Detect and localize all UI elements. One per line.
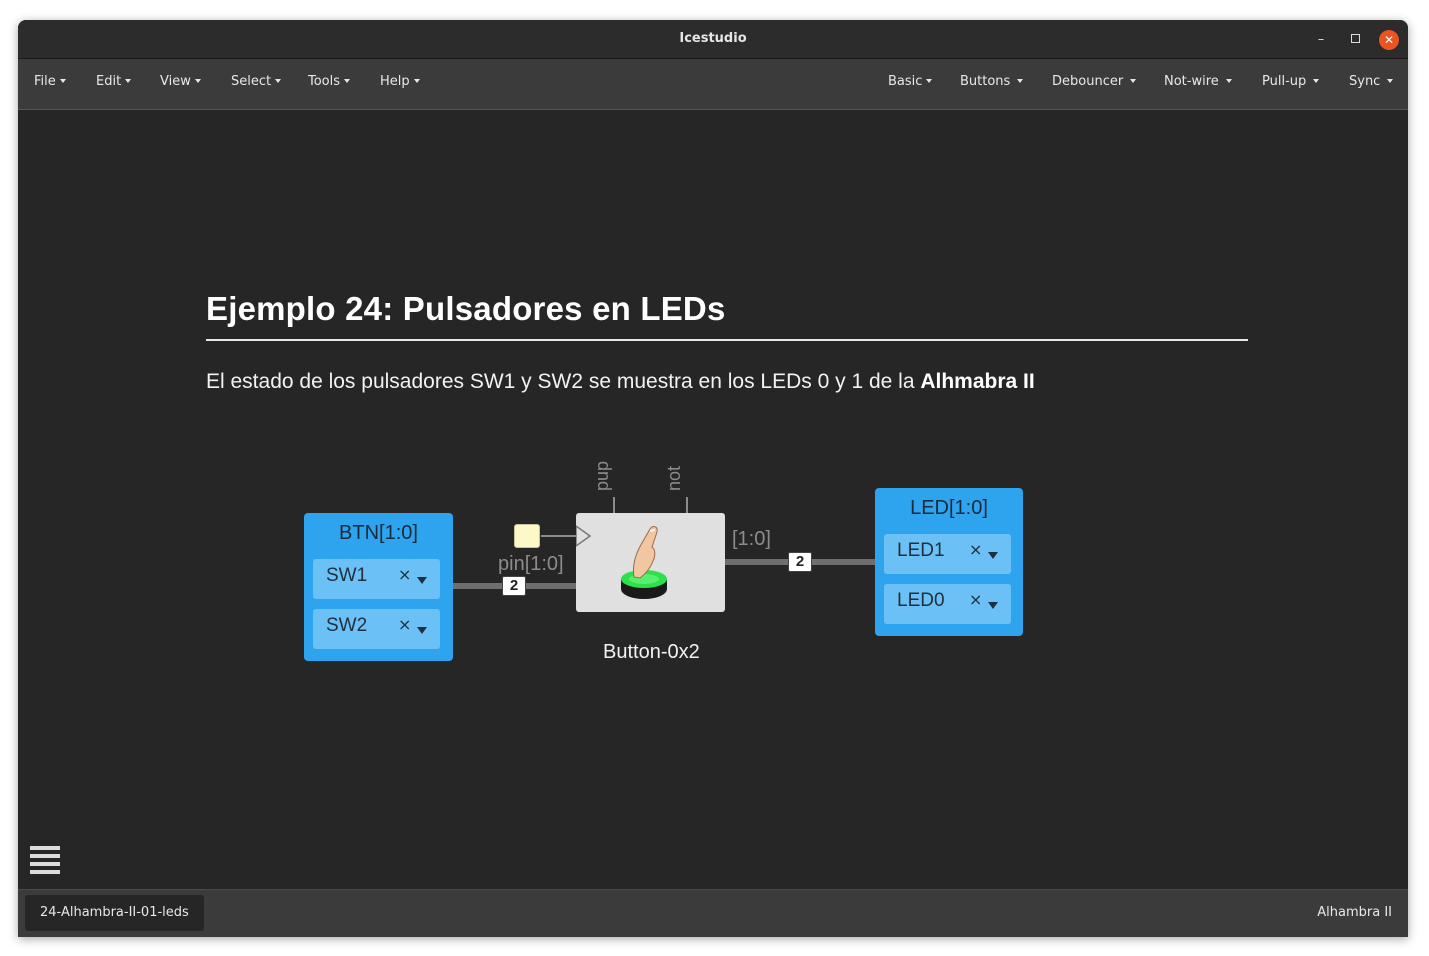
input-block-title: BTN[1:0] — [339, 522, 418, 544]
minimize-button[interactable]: – — [1311, 30, 1331, 50]
caret-down-icon — [125, 78, 132, 83]
menu-tools[interactable]: Tools — [308, 74, 351, 89]
bus-width-badge: 2 — [502, 576, 526, 596]
wires-layer — [453, 497, 875, 589]
menu-debouncer[interactable]: Debouncer — [1052, 74, 1137, 89]
menu-pull-up[interactable]: Pull-up — [1262, 74, 1320, 89]
caret-down-icon — [59, 78, 66, 83]
menu-bar: File Edit View Select Tools Help Basic B… — [18, 59, 1408, 110]
caret-down-icon — [1387, 78, 1394, 83]
bus-width-badge: 2 — [788, 552, 812, 572]
caret-down-icon — [1225, 78, 1232, 83]
dropdown-arrow-icon[interactable] — [417, 577, 427, 584]
param-pup-label: pup — [592, 460, 612, 491]
title-bar[interactable]: Icestudio – ✕ — [18, 20, 1408, 59]
module-name-label: Button-0x2 — [603, 641, 700, 663]
output-pin-led0[interactable]: LED0 × — [884, 584, 1011, 624]
module-button-0x2[interactable] — [575, 513, 725, 612]
output-pin-led1[interactable]: LED1 × — [884, 534, 1011, 574]
close-button[interactable]: ✕ — [1379, 30, 1399, 50]
menu-help[interactable]: Help — [380, 74, 420, 89]
input-port-label: pin[1:0] — [498, 553, 564, 575]
menu-sync[interactable]: Sync — [1349, 74, 1394, 89]
constant-input[interactable] — [514, 524, 540, 548]
menu-hamburger-icon[interactable] — [30, 846, 60, 874]
window-title: Icestudio — [679, 31, 747, 46]
menu-edit[interactable]: Edit — [96, 74, 132, 89]
remove-icon[interactable]: × — [398, 565, 411, 584]
dropdown-arrow-icon[interactable] — [988, 602, 998, 609]
remove-icon[interactable]: × — [398, 615, 411, 634]
menu-view[interactable]: View — [160, 74, 201, 89]
remove-icon[interactable]: × — [969, 540, 982, 559]
input-pin-sw2[interactable]: SW2 × — [313, 609, 440, 649]
caret-down-icon — [413, 78, 420, 83]
input-pin-sw1[interactable]: SW1 × — [313, 559, 440, 599]
menu-not-wire[interactable]: Not-wire — [1164, 74, 1232, 89]
dropdown-arrow-icon[interactable] — [417, 627, 427, 634]
caret-down-icon — [1017, 78, 1024, 83]
dropdown-arrow-icon[interactable] — [988, 552, 998, 559]
menu-select[interactable]: Select — [231, 74, 282, 89]
caret-down-icon — [344, 78, 351, 83]
caret-down-icon — [194, 78, 201, 83]
status-bar: 24-Alhambra-II-01-leds Alhambra II — [18, 889, 1408, 937]
push-button-icon — [575, 524, 667, 599]
menu-basic[interactable]: Basic — [888, 74, 933, 89]
design-canvas[interactable]: Ejemplo 24: Pulsadores en LEDs El estado… — [18, 110, 1408, 889]
app-window: Icestudio – ✕ File Edit View Select Tool… — [18, 20, 1408, 937]
output-block-title: LED[1:0] — [910, 497, 988, 519]
remove-icon[interactable]: × — [969, 590, 982, 609]
file-tab[interactable]: 24-Alhambra-II-01-leds — [25, 895, 204, 931]
board-selector[interactable]: Alhambra II — [1317, 905, 1392, 920]
output-port-label: [1:0] — [732, 528, 771, 550]
caret-down-icon — [1130, 78, 1137, 83]
maximize-button[interactable] — [1345, 30, 1365, 50]
output-block-led[interactable]: LED[1:0] LED1 × LED0 × — [875, 488, 1023, 636]
param-not-label: not — [664, 465, 684, 491]
menu-buttons[interactable]: Buttons — [960, 74, 1024, 89]
menu-file[interactable]: File — [34, 74, 66, 89]
input-block-btn[interactable]: BTN[1:0] SW1 × SW2 × — [304, 513, 453, 661]
caret-down-icon — [275, 78, 282, 83]
caret-down-icon — [1313, 78, 1320, 83]
caret-down-icon — [926, 78, 933, 83]
